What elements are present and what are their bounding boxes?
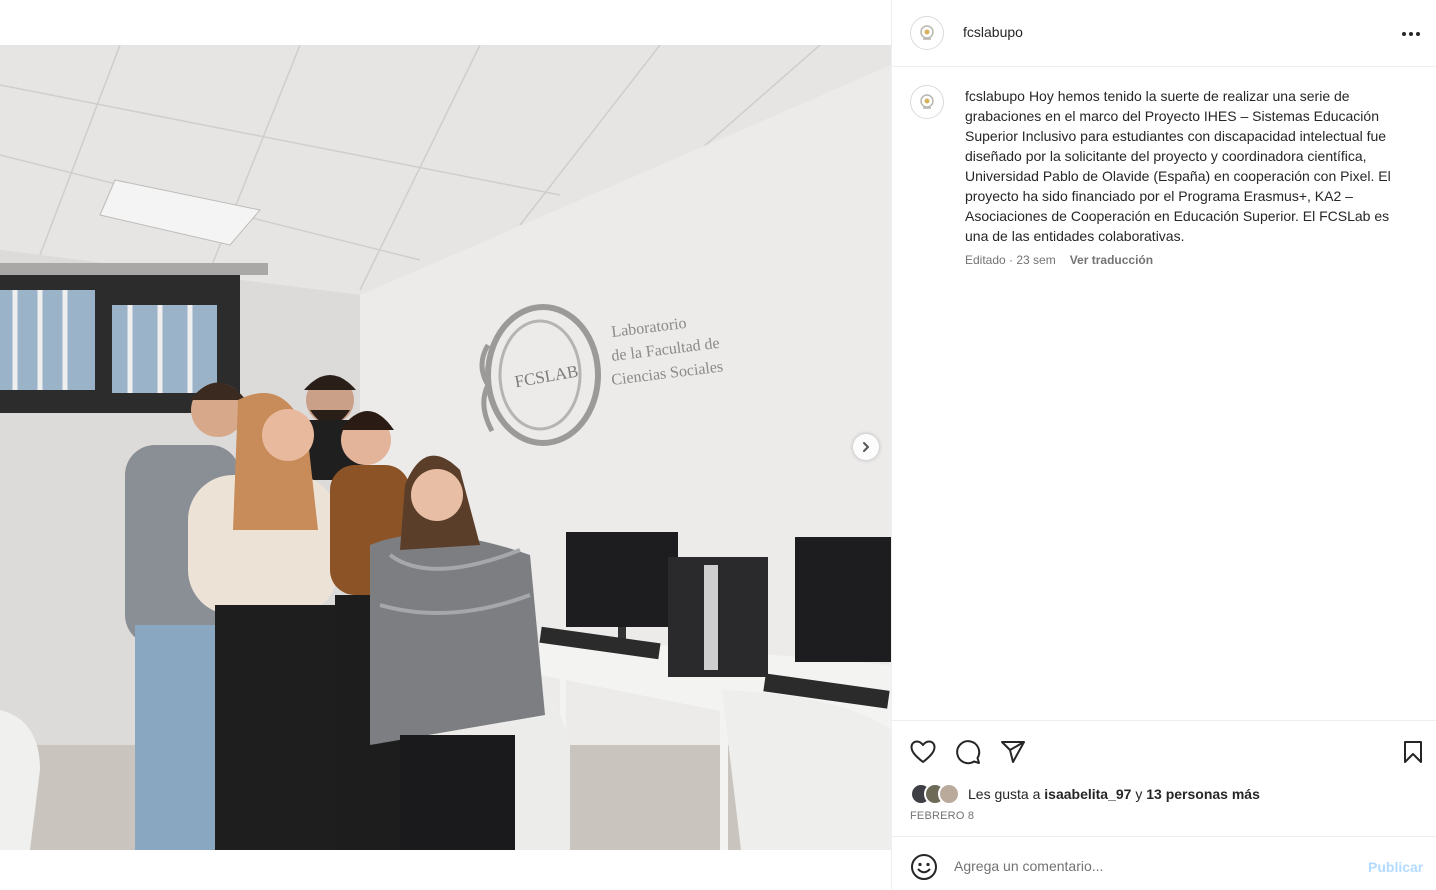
- next-photo-button[interactable]: [853, 434, 879, 460]
- share-button[interactable]: [998, 737, 1028, 767]
- more-options-button[interactable]: [1397, 22, 1425, 46]
- heart-icon: [910, 740, 936, 763]
- post-media-column: FCSLAB Laboratorio de la Facultad de Cie…: [0, 0, 891, 890]
- like-button[interactable]: [908, 737, 938, 767]
- avatar[interactable]: [938, 783, 960, 805]
- caption-text: Hoy hemos tenido la suerte de realizar u…: [965, 88, 1391, 244]
- comment-input[interactable]: [954, 854, 1344, 878]
- liker-avatars[interactable]: [910, 783, 960, 805]
- likes-others-link[interactable]: 13 personas más: [1146, 786, 1260, 802]
- caption-avatar[interactable]: [910, 85, 944, 119]
- post-header: fcslabupo: [892, 0, 1436, 67]
- publish-button[interactable]: Publicar: [1368, 859, 1423, 875]
- likes-prefix: Les gusta a: [968, 786, 1041, 802]
- post-actions-bar: [892, 720, 1436, 780]
- caption-meta: Editado · 23 sem Ver traducción: [965, 253, 1153, 267]
- chevron-right-icon: [863, 442, 869, 452]
- save-button[interactable]: [1398, 737, 1428, 767]
- paper-plane-icon: [1001, 741, 1025, 763]
- emoji-button[interactable]: [910, 853, 938, 881]
- header-username[interactable]: fcslabupo: [963, 24, 1023, 40]
- likes-joiner: y: [1135, 786, 1143, 802]
- post-photo[interactable]: FCSLAB Laboratorio de la Facultad de Cie…: [0, 45, 891, 850]
- smiley-icon: [911, 854, 937, 880]
- edited-timestamp: Editado · 23 sem: [965, 253, 1056, 267]
- liker-username[interactable]: isaabelita_97: [1044, 786, 1131, 802]
- see-translation-link[interactable]: Ver traducción: [1070, 253, 1153, 267]
- comment-button[interactable]: [953, 737, 983, 767]
- comment-bar: Publicar: [892, 836, 1436, 890]
- bookmark-icon: [1404, 741, 1422, 763]
- more-horizontal-icon: [1402, 32, 1420, 36]
- account-logo-icon: [920, 94, 934, 109]
- post-caption: fcslabupo Hoy hemos tenido la suerte de r…: [965, 86, 1415, 246]
- comment-bubble-icon: [956, 740, 981, 765]
- group-photo-illustration: FCSLAB Laboratorio de la Facultad de Cie…: [0, 45, 891, 850]
- avatar[interactable]: [910, 16, 944, 50]
- post-date[interactable]: FEBRERO 8: [910, 810, 974, 822]
- account-logo-icon: [920, 25, 934, 40]
- likes-summary: Les gusta a isaabelita_97 y 13 personas …: [910, 783, 1260, 805]
- post-detail-panel: fcslabupo fcslabupo Hoy hemos tenido la s…: [891, 0, 1436, 890]
- caption-username[interactable]: fcslabupo: [965, 88, 1025, 104]
